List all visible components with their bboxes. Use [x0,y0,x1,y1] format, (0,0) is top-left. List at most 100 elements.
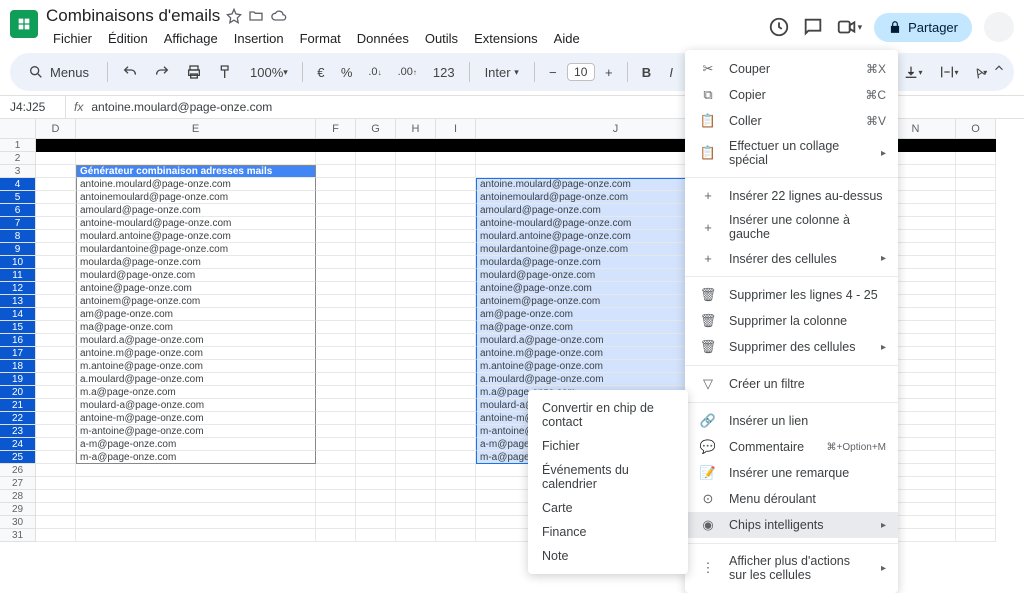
cell[interactable] [76,139,316,152]
cell[interactable] [36,269,76,282]
row-header[interactable]: 10 [0,256,36,269]
cell[interactable] [956,282,996,295]
cell[interactable] [356,399,396,412]
cell[interactable] [436,477,476,490]
menu-données[interactable]: Données [350,28,416,49]
move-icon[interactable] [248,8,264,24]
cell[interactable] [316,503,356,516]
submenu-note[interactable]: Note [528,544,688,568]
cell[interactable] [396,516,436,529]
col-header-D[interactable]: D [36,119,76,139]
cell[interactable] [316,191,356,204]
cell[interactable] [36,386,76,399]
cell[interactable] [956,529,996,542]
cell[interactable] [316,464,356,477]
menu-paste[interactable]: 📋Coller⌘V [685,108,898,134]
v-align-button[interactable]: ▾ [897,60,929,84]
menu-comment[interactable]: 💬Commentaire⌘+Option+M [685,434,898,460]
cell[interactable] [356,347,396,360]
row-header[interactable]: 24 [0,438,36,451]
cell[interactable] [956,295,996,308]
cell[interactable] [316,321,356,334]
percent-button[interactable]: % [335,61,359,84]
cell[interactable] [436,282,476,295]
history-icon[interactable] [768,16,790,38]
cell[interactable] [316,243,356,256]
cell[interactable] [356,373,396,386]
cell[interactable] [956,334,996,347]
cell[interactable] [436,451,476,464]
cell[interactable] [36,503,76,516]
cell[interactable] [76,503,316,516]
row-header[interactable]: 31 [0,529,36,542]
cell[interactable] [36,165,76,178]
row-header[interactable]: 8 [0,230,36,243]
cell[interactable] [356,269,396,282]
cell[interactable] [396,308,436,321]
menu-copy[interactable]: ⧉Copier⌘C [685,82,898,108]
row-header[interactable]: 7 [0,217,36,230]
cell[interactable] [436,425,476,438]
cell[interactable] [396,386,436,399]
cell[interactable] [356,256,396,269]
cell[interactable] [356,503,396,516]
cell[interactable] [436,399,476,412]
cell[interactable] [76,152,316,165]
cell[interactable] [956,204,996,217]
col-header-I[interactable]: I [436,119,476,139]
row-header[interactable]: 3 [0,165,36,178]
cell[interactable] [356,139,396,152]
row-header[interactable]: 29 [0,503,36,516]
cell[interactable]: am@page-onze.com [76,308,316,321]
menu-more-actions[interactable]: ⋮Afficher plus d'actions sur les cellule… [685,549,898,587]
cell[interactable] [36,204,76,217]
row-header[interactable]: 2 [0,152,36,165]
menu-extensions[interactable]: Extensions [467,28,545,49]
rotate-button[interactable]: A▾ [969,61,994,84]
cell[interactable] [956,165,996,178]
row-header[interactable]: 12 [0,282,36,295]
col-header-E[interactable]: E [76,119,316,139]
cell[interactable] [396,230,436,243]
zoom-select[interactable]: 100% ▾ [244,61,294,84]
cell[interactable] [36,178,76,191]
cell[interactable] [316,490,356,503]
cell[interactable] [316,308,356,321]
cell[interactable] [36,230,76,243]
cell[interactable] [76,464,316,477]
cell[interactable] [36,321,76,334]
cell[interactable] [316,256,356,269]
cell[interactable] [36,308,76,321]
cell[interactable]: moulard@page-onze.com [76,269,316,282]
menu-outils[interactable]: Outils [418,28,465,49]
cell[interactable] [436,256,476,269]
cell[interactable] [396,373,436,386]
cell[interactable]: moulard.a@page-onze.com [76,334,316,347]
cell[interactable] [316,295,356,308]
cell[interactable] [316,451,356,464]
cell[interactable] [36,373,76,386]
cloud-icon[interactable] [270,8,288,24]
cell[interactable] [396,477,436,490]
cell[interactable]: antoinem@page-onze.com [76,295,316,308]
cell[interactable] [956,308,996,321]
cell[interactable] [316,477,356,490]
cell[interactable] [956,451,996,464]
menus-search[interactable]: Menus [18,60,99,84]
cell[interactable] [316,529,356,542]
cell[interactable] [36,516,76,529]
row-header[interactable]: 26 [0,464,36,477]
undo-button[interactable] [116,60,144,84]
cell[interactable] [956,347,996,360]
row-header[interactable]: 5 [0,191,36,204]
cell[interactable] [396,399,436,412]
cell[interactable] [436,490,476,503]
cell[interactable] [396,269,436,282]
account-avatar[interactable] [984,12,1014,42]
cell[interactable] [316,425,356,438]
cell[interactable] [356,230,396,243]
cell[interactable] [396,334,436,347]
cell[interactable] [956,230,996,243]
cell[interactable] [356,386,396,399]
menu-édition[interactable]: Édition [101,28,155,49]
